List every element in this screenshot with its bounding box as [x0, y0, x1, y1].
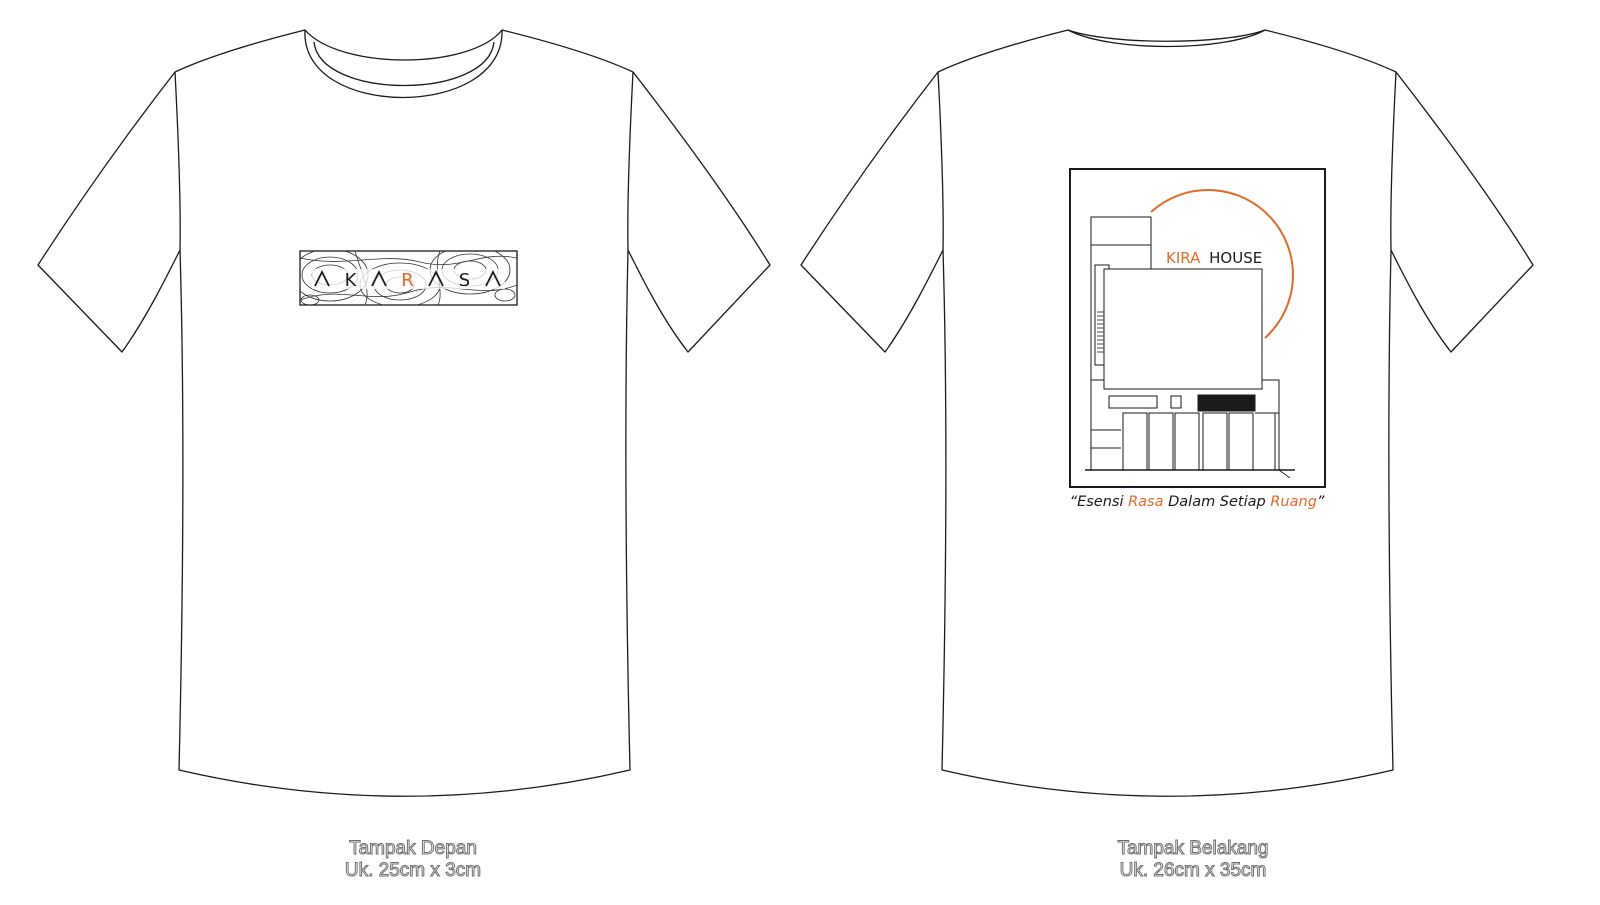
- kira-house-artwork: KIRA HOUSE “Esensi Rasa Dalam Setiap Rua…: [1069, 168, 1326, 510]
- brand-accent: KIRA: [1166, 249, 1201, 267]
- front-caption-title: Tampak Depan: [349, 838, 478, 860]
- akarasa-logo: KRS: [299, 250, 518, 306]
- brand-name: KIRA HOUSE: [1166, 249, 1262, 267]
- front-shirt-body: [37, 29, 771, 797]
- logo-letter-r: R: [401, 270, 414, 291]
- front-tshirt: [37, 29, 771, 797]
- mockup-canvas: KRS KIRA HOUSE “Esensi Rasa Dalam Setiap…: [0, 0, 1600, 900]
- tagline-middle: Dalam Setiap: [1164, 494, 1271, 510]
- tagline-open: “Esensi: [1070, 494, 1129, 510]
- balcony-rail: [1197, 394, 1256, 412]
- front-caption-size: Uk. 25cm x 3cm: [344, 860, 482, 882]
- back-caption: Tampak Belakang Uk. 26cm x 35cm: [1043, 838, 1343, 882]
- logo-letter-k: K: [345, 270, 358, 291]
- front-caption: Tampak Depan Uk. 25cm x 3cm: [263, 838, 563, 882]
- tagline-close: ”: [1317, 494, 1325, 510]
- tagline-ruang: Ruang: [1270, 494, 1317, 510]
- logo-letter-s: S: [459, 270, 470, 291]
- brand-rest: HOUSE: [1209, 249, 1262, 267]
- back-caption-title: Tampak Belakang: [1117, 838, 1269, 860]
- ground-floor-doors: [1122, 412, 1254, 471]
- tagline: “Esensi Rasa Dalam Setiap Ruang”: [1070, 494, 1325, 510]
- upper-volume: [1103, 268, 1263, 390]
- back-caption-size: Uk. 26cm x 35cm: [1119, 860, 1267, 882]
- tagline-rasa: Rasa: [1128, 494, 1163, 510]
